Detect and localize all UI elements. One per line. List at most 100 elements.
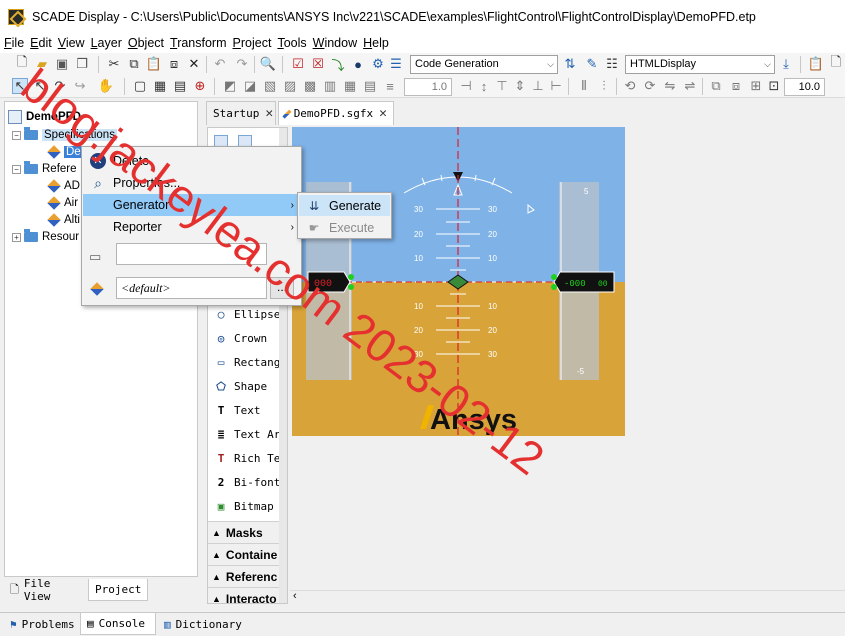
rotate-left-icon[interactable]: ⟲ [622,78,638,94]
settings-icon[interactable]: ⇅ [562,56,578,72]
rotate-tool-icon[interactable]: ↷ [52,78,68,94]
rotate-right-icon[interactable]: ⟳ [642,78,658,94]
tab-dictionary[interactable]: ▥ Dictionary [158,613,248,635]
tab-project[interactable]: Project [88,579,148,601]
tab-file-view[interactable]: 🗋 File View [4,577,87,603]
menu-file[interactable]: File [3,36,29,50]
tree-item-reference[interactable]: Alti [47,212,80,228]
palette-item-shape[interactable]: ⬠ Shape [214,376,267,396]
check-icon[interactable]: ☑ [290,56,306,72]
expand-icon[interactable]: + [12,232,21,242]
palette-item-bitmap[interactable]: ▣ Bitmap [214,496,274,516]
menu-edit[interactable]: Edit [29,36,57,50]
download-icon[interactable]: ⤓ [778,56,794,72]
ungroup-icon[interactable]: ▤ [172,78,188,94]
menu-view[interactable]: View [57,36,90,50]
browse-button[interactable]: ... [270,277,294,299]
duplicate-icon[interactable]: ⧈ [166,56,182,72]
palette-item-ellipse[interactable]: ◯ Ellipse [214,304,281,324]
menu-project[interactable]: Project [232,36,277,50]
page-icon[interactable]: 🗋 [828,54,844,72]
menu-item-execute[interactable]: ☛ Execute [299,217,390,238]
close-icon[interactable]: ✕ [265,106,273,121]
gradient-icon[interactable]: ▩ [302,78,318,94]
report-icon[interactable]: ☰ [388,56,404,72]
bring-front-icon[interactable]: ⧉ [708,78,724,94]
palette-group-references[interactable]: ▲ Referenc [208,565,287,587]
tab-console[interactable]: ▤ Console [80,613,156,635]
simulate-icon[interactable]: ● [350,56,366,72]
paste-icon[interactable]: 📋 [146,56,162,72]
collapse-icon[interactable]: − [12,164,21,174]
send-back-icon[interactable]: ⧈ [728,78,744,94]
palette-group-masks[interactable]: ▲ Masks [208,521,287,543]
menu-object[interactable]: Object [127,36,169,50]
tree-item-root[interactable]: DemoPFD [8,109,81,125]
menu-item-reporter[interactable]: Reporter › [83,216,300,238]
zoom-field[interactable]: 10.0 [784,78,825,96]
flip-h-icon[interactable]: ⇋ [662,78,678,94]
palette-group-interactors[interactable]: ▲ Interacto [208,587,287,603]
scroll-left-icon[interactable]: ‹ [293,590,297,602]
line-join-icon[interactable]: ▤ [362,78,378,94]
palette-item-rich-text[interactable]: T Rich Te [214,448,281,468]
menu-item-generate[interactable]: ⇊ Generate [299,195,390,216]
configuration-combo[interactable]: Code Generation ⌵ [410,55,558,74]
texture-icon[interactable]: ▥ [322,78,338,94]
distribute-h-icon[interactable]: ⫴ [576,78,592,94]
palette-item-text[interactable]: T Text [214,400,261,420]
tab-problems[interactable]: ⚑ Problems [4,613,80,635]
check-model-icon[interactable]: ☒ [310,56,326,72]
group-icon[interactable]: ▦ [152,78,168,94]
open-folder-icon[interactable]: ▰ [34,56,50,72]
tree-item-reference[interactable]: Air [47,195,78,211]
tab-demopfd[interactable]: DemoPFD.sgfx ✕ [278,101,394,125]
pattern-icon[interactable]: ▨ [282,78,298,94]
code-icon[interactable]: ⚙ [370,56,386,72]
copy-icon[interactable]: ⧉ [126,56,142,72]
palette-item-crown[interactable]: ◎ Crown [214,328,267,348]
primary-flight-display[interactable]: 5 -5 30 30 20 20 10 10 10 10 20 20 30 30… [292,127,625,436]
save-all-icon[interactable]: ❐ [74,56,90,72]
palette-group-containers[interactable]: ▲ Containe [208,543,287,565]
line-width-icon[interactable]: ≡ [382,78,398,94]
tree-item-specifications[interactable]: − Specifications [12,127,117,143]
menu-item-properties[interactable]: ⌕ Properties... [83,172,300,194]
new-file-icon[interactable]: 🗋 [14,54,30,72]
flip-v-icon[interactable]: ⇌ [682,78,698,94]
line-style-icon[interactable]: ▧ [262,78,278,94]
close-icon[interactable]: ✕ [379,106,387,121]
folder-path-field[interactable] [116,243,267,265]
crosshair-icon[interactable]: ⊕ [192,78,208,94]
align-bottom-icon[interactable]: ⊥ [530,78,546,94]
distribute-v-icon[interactable]: ⫶ [596,78,612,94]
menu-help[interactable]: Help [362,36,394,50]
target-combo[interactable]: HTMLDisplay ⌵ [625,55,775,74]
menu-item-generator[interactable]: Generator › [83,194,300,216]
hook-tool-icon[interactable]: ↪ [72,78,88,94]
menu-layer[interactable]: Layer [90,36,127,50]
palette-item-rectangle[interactable]: ▭ Rectang [214,352,281,372]
tree-item-references[interactable]: − Refere [12,161,77,177]
save-icon[interactable]: ▣ [54,56,70,72]
grid-icon[interactable]: ⊞ [748,78,764,94]
menu-item-delete[interactable]: ✕ Delete [83,150,300,172]
align-middle-icon[interactable]: ⇕ [512,78,528,94]
fill-color-icon[interactable]: ◩ [222,78,238,94]
line-width-field[interactable]: 1.0 [404,78,452,96]
tree-item-resources[interactable]: + Resour [12,229,79,245]
redo-icon[interactable]: ↷ [234,56,250,72]
line-color-icon[interactable]: ◪ [242,78,258,94]
menu-transform[interactable]: Transform [169,36,232,50]
canvas-horizontal-scrollbar[interactable]: ‹ [290,590,845,604]
select-tool-icon[interactable]: ↖ [12,78,28,94]
tree-item-reference[interactable]: AD [47,178,80,194]
align-center-icon[interactable]: ↕ [476,78,492,94]
select-group-icon[interactable]: ↖ [32,78,48,94]
delete-icon[interactable]: ✕ [186,56,202,72]
align-right-icon[interactable]: ⊢ [548,78,564,94]
palette-item-bi-font[interactable]: 2 Bi-font [214,472,281,492]
snap-icon[interactable]: ⊡ [766,78,782,94]
bounding-box-icon[interactable]: ▢ [132,78,148,94]
cut-icon[interactable]: ✂ [106,56,122,72]
